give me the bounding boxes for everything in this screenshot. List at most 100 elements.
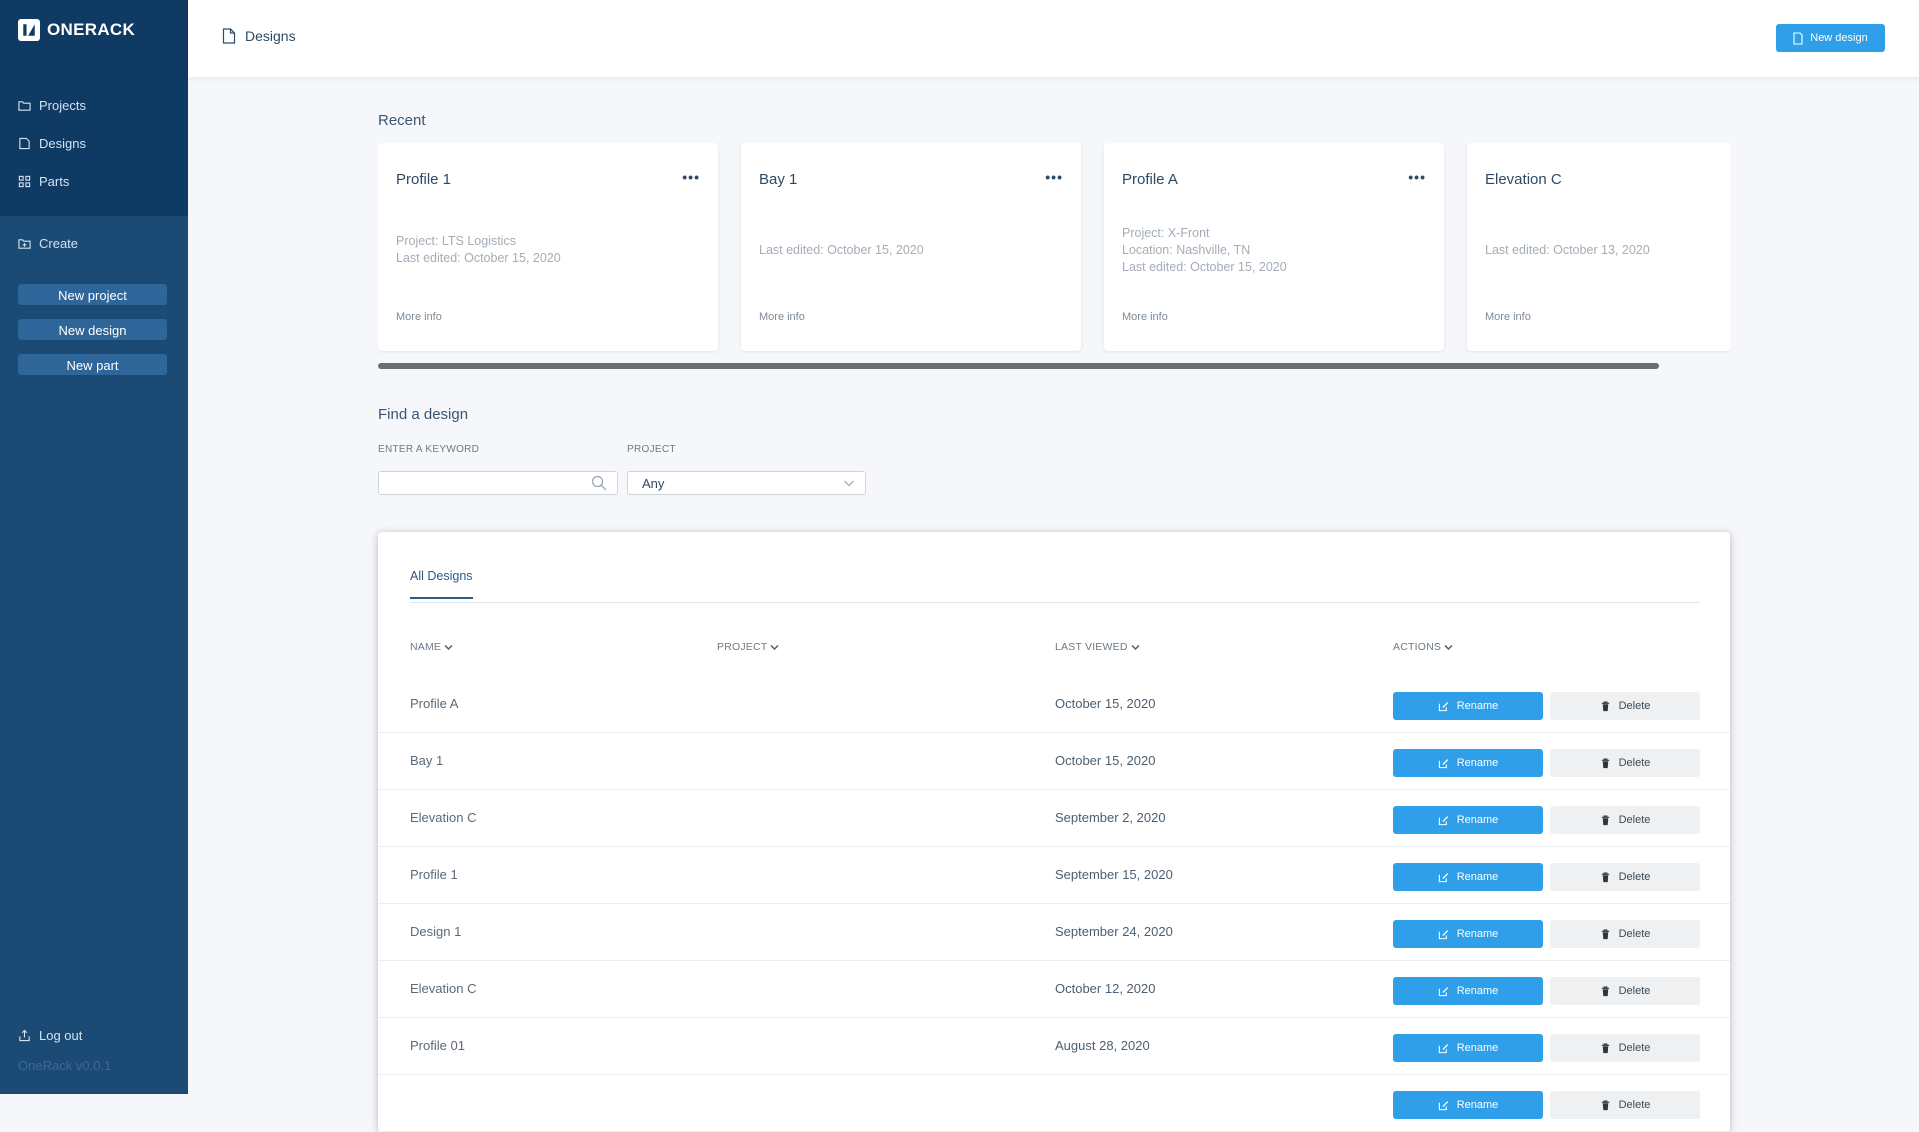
table-body: Profile A October 15, 2020 Rename Delete… — [378, 676, 1730, 1132]
card-meta: Project: LTS Logistics Last edited: Octo… — [396, 205, 700, 295]
search-icon[interactable] — [591, 475, 607, 491]
delete-button[interactable]: Delete — [1550, 920, 1700, 948]
folder-icon — [18, 100, 31, 111]
logout-icon — [19, 1029, 30, 1042]
chevron-down-icon — [444, 644, 453, 650]
card-meta-line: Last edited: October 15, 2020 — [759, 242, 924, 257]
project-select-value: Any — [642, 475, 665, 491]
topbar: Designs New design — [188, 0, 1919, 77]
rename-button[interactable]: Rename — [1393, 920, 1543, 948]
delete-label: Delete — [1618, 928, 1651, 940]
document-icon — [222, 28, 236, 44]
card-meta: Last edited: October 15, 2020 — [759, 205, 1063, 295]
card-meta-line: Location: Nashville, TN — [1122, 242, 1251, 257]
table-row: Rename Delete — [378, 1075, 1730, 1132]
create-buttons: New project New design New part — [18, 284, 167, 389]
trash-icon — [1601, 815, 1609, 825]
rename-button[interactable]: Rename — [1393, 977, 1543, 1005]
delete-button[interactable]: Delete — [1550, 749, 1700, 777]
column-header-label: LAST VIEWED — [1055, 641, 1128, 653]
trash-icon — [1601, 1043, 1609, 1053]
rename-button[interactable]: Rename — [1393, 806, 1543, 834]
project-select[interactable]: Any — [627, 471, 866, 495]
sidebar-item-label: Parts — [39, 173, 70, 189]
rename-button[interactable]: Rename — [1393, 863, 1543, 891]
sidebar-item-designs[interactable]: Designs — [18, 124, 86, 162]
cell-last-viewed: September 15, 2020 — [1055, 867, 1173, 882]
sidebar-item-parts[interactable]: Parts — [18, 162, 86, 200]
brand-name: ONERACK — [47, 20, 136, 39]
delete-button[interactable]: Delete — [1550, 692, 1700, 720]
delete-button[interactable]: Delete — [1550, 977, 1700, 1005]
card-title: Bay 1 — [759, 171, 798, 188]
delete-button[interactable]: Delete — [1550, 1034, 1700, 1062]
brand[interactable]: ONERACK — [18, 19, 135, 41]
card-meta-line: Last edited: October 15, 2020 — [396, 251, 561, 265]
rename-label: Rename — [1456, 985, 1499, 997]
new-design-top-button[interactable]: New design — [1776, 24, 1885, 52]
table-row: Design 1 September 24, 2020 Rename Delet… — [378, 904, 1730, 961]
card-meta-line: Project: X-Front — [1122, 225, 1210, 240]
delete-label: Delete — [1618, 757, 1651, 769]
delete-button[interactable]: Delete — [1550, 863, 1700, 891]
tab-divider — [410, 602, 1700, 603]
card-meta: Project: X-Front Location: Nashville, TN… — [1122, 205, 1426, 295]
sidebar-item-projects[interactable]: Projects — [18, 86, 86, 124]
onerack-logo-icon — [18, 19, 40, 41]
card-meta-line: Project: LTS Logistics — [396, 234, 516, 248]
logout-label: Log out — [39, 1028, 83, 1043]
more-options-icon[interactable]: ••• — [1045, 169, 1063, 185]
new-design-button[interactable]: New design — [18, 319, 167, 340]
more-options-icon[interactable]: ••• — [1408, 169, 1426, 185]
cell-last-viewed: September 2, 2020 — [1055, 810, 1166, 825]
edit-icon — [1438, 701, 1448, 711]
more-options-icon[interactable]: ••• — [682, 169, 700, 185]
more-info-link[interactable]: More info — [1122, 311, 1168, 323]
rename-button[interactable]: Rename — [1393, 1034, 1543, 1062]
find-title: Find a design — [378, 406, 469, 423]
recent-card[interactable]: Elevation C Last edited: October 13, 202… — [1467, 143, 1730, 351]
recent-title: Recent — [378, 112, 426, 129]
rename-button[interactable]: Rename — [1393, 1091, 1543, 1119]
more-info-link[interactable]: More info — [759, 311, 805, 323]
cell-name: Profile 01 — [410, 1038, 465, 1053]
keyword-search-input[interactable] — [378, 471, 618, 495]
delete-label: Delete — [1618, 700, 1651, 712]
column-header-actions[interactable]: ACTIONS — [1393, 641, 1453, 653]
more-info-link[interactable]: More info — [1485, 311, 1531, 323]
chevron-down-icon — [770, 644, 779, 650]
recent-scrollbar[interactable] — [378, 363, 1659, 369]
tab-all-designs[interactable]: All Designs — [410, 569, 473, 599]
delete-label: Delete — [1618, 871, 1651, 883]
sidebar: ONERACK Projects Designs Parts Create Ne… — [0, 0, 188, 1094]
table-row: Profile 01 August 28, 2020 Rename Delete — [378, 1018, 1730, 1075]
more-info-link[interactable]: More info — [396, 311, 442, 323]
column-header-last-viewed[interactable]: LAST VIEWED — [1055, 641, 1140, 653]
cell-last-viewed: August 28, 2020 — [1055, 1038, 1150, 1053]
rename-label: Rename — [1456, 814, 1499, 826]
column-header-project[interactable]: PROJECT — [717, 641, 779, 653]
rename-button[interactable]: Rename — [1393, 692, 1543, 720]
new-part-button[interactable]: New part — [18, 354, 167, 375]
recent-card[interactable]: Profile 1 ••• Project: LTS Logistics Las… — [378, 143, 718, 351]
edit-icon — [1438, 1100, 1448, 1110]
delete-button[interactable]: Delete — [1550, 806, 1700, 834]
delete-button[interactable]: Delete — [1550, 1091, 1700, 1119]
edit-icon — [1438, 929, 1448, 939]
rename-label: Rename — [1456, 928, 1499, 940]
chevron-down-icon — [1131, 644, 1140, 650]
column-header-name[interactable]: NAME — [410, 641, 453, 653]
delete-label: Delete — [1618, 814, 1651, 826]
chevron-down-icon — [844, 480, 854, 487]
new-project-button[interactable]: New project — [18, 284, 167, 305]
add-folder-icon — [18, 239, 31, 249]
delete-label: Delete — [1618, 985, 1651, 997]
recent-card[interactable]: Profile A ••• Project: X-Front Location:… — [1104, 143, 1444, 351]
designs-table-panel: All Designs NAME PROJECT LAST VIEWED ACT… — [378, 532, 1730, 1132]
rename-button[interactable]: Rename — [1393, 749, 1543, 777]
trash-icon — [1601, 701, 1609, 711]
recent-card[interactable]: Bay 1 ••• Last edited: October 15, 2020 … — [741, 143, 1081, 351]
table-row: Bay 1 October 15, 2020 Rename Delete — [378, 733, 1730, 790]
table-row: Elevation C September 2, 2020 Rename Del… — [378, 790, 1730, 847]
logout-link[interactable]: Log out — [18, 1028, 82, 1043]
